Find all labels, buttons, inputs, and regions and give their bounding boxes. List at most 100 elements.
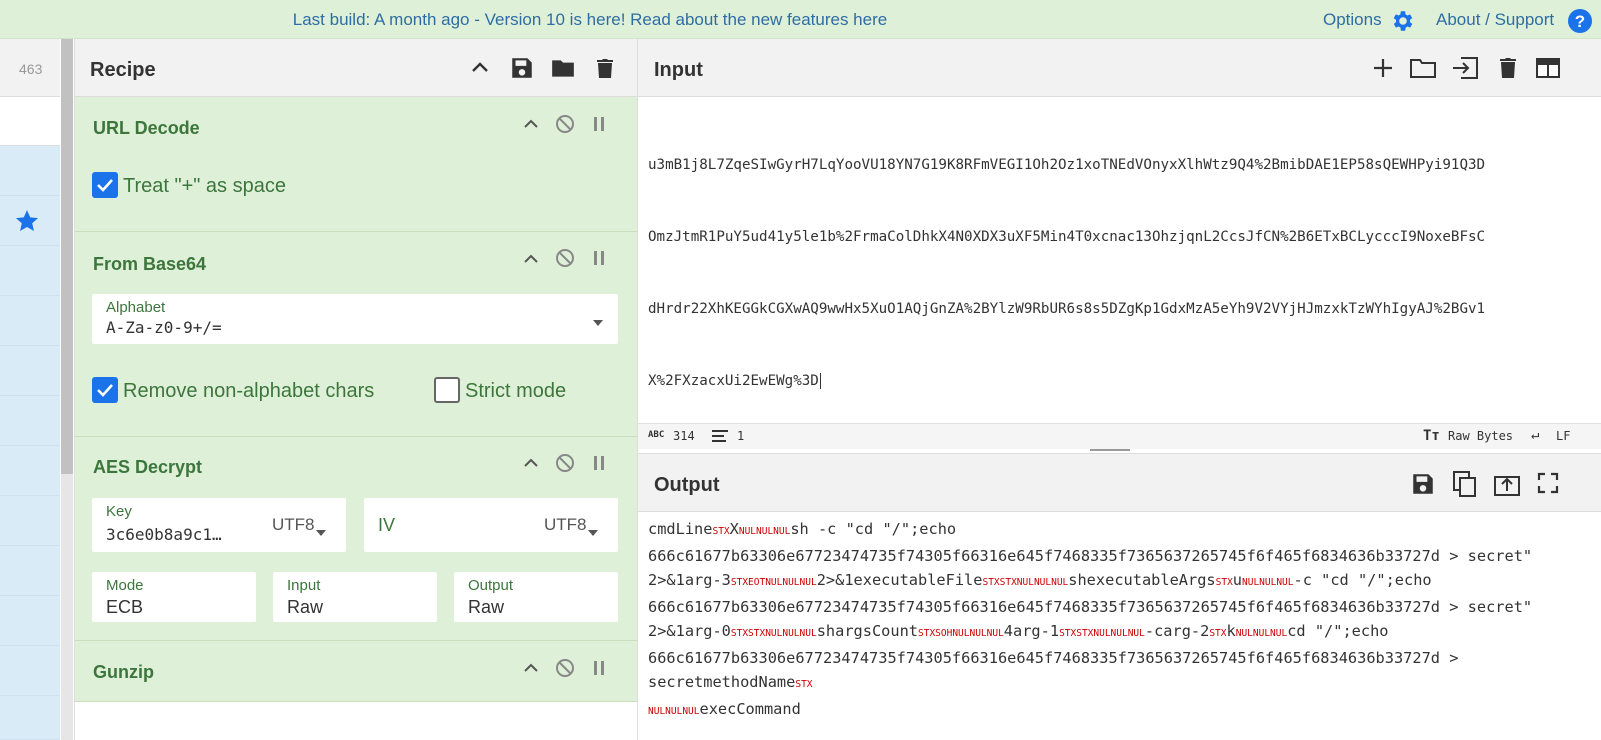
output-text: 2>&1arg-0 — [648, 622, 731, 640]
output-text: 2>&1arg-3 — [648, 571, 731, 589]
chevron-up-icon[interactable] — [522, 115, 540, 138]
input-format-select[interactable]: Input Raw — [273, 572, 437, 622]
input-header: Input — [638, 39, 1601, 97]
output-line: 666c61677b63306e67723474735f74305f66316e… — [648, 646, 1601, 670]
iv-label: IV — [378, 515, 396, 535]
trash-icon[interactable] — [1497, 56, 1519, 85]
control-char-marker: STXEOTNULNULNUL — [730, 577, 817, 588]
control-char-marker: NULNULNUL — [1235, 628, 1288, 639]
key-input[interactable]: Key 3c6e0b8a9c1… UTF8 — [92, 498, 346, 552]
operation-category[interactable] — [0, 446, 60, 496]
import-icon[interactable] — [1451, 56, 1479, 85]
input-format-label: Input — [287, 577, 321, 594]
remove-non-alphabet-checkbox[interactable] — [92, 377, 118, 403]
copy-icon[interactable] — [1452, 470, 1478, 503]
operation-category[interactable] — [0, 296, 60, 346]
key-value: 3c6e0b8a9c1… — [106, 525, 222, 544]
operation-title: From Base64 — [93, 254, 207, 274]
chevron-up-icon[interactable] — [522, 454, 540, 477]
plus-icon[interactable] — [1371, 56, 1395, 85]
disable-icon[interactable] — [555, 248, 575, 273]
input-eol[interactable]: LF — [1556, 429, 1570, 443]
folder-icon[interactable] — [1409, 56, 1437, 85]
input-encoding[interactable]: Raw Bytes — [1448, 429, 1513, 443]
options-link[interactable]: Options — [1323, 10, 1382, 30]
input-line: OmzJtmR1PuY5ud41y5le1b%2FrmaColDhkX4N0XD… — [648, 229, 1486, 245]
treat-plus-as-space-checkbox[interactable] — [92, 172, 118, 198]
output-textarea[interactable]: cmdLineSTXXNULNULNULsh -c "cd "/";echo 66… — [648, 517, 1601, 740]
output-text: -carg-2 — [1144, 622, 1210, 640]
strict-mode-label: Strict mode — [465, 380, 567, 402]
star-icon — [14, 208, 40, 239]
caret-down-icon — [592, 314, 604, 332]
operation-category[interactable] — [0, 546, 60, 596]
iv-input[interactable]: IV UTF8 — [364, 498, 618, 552]
layout-icon[interactable] — [1535, 57, 1561, 84]
output-text: 666c61677b63306e67723474735f74305f66316e… — [648, 598, 1533, 616]
svg-text:?: ? — [1575, 12, 1585, 31]
input-title: Input — [654, 59, 703, 81]
recipe-header: Recipe — [75, 39, 638, 97]
gear-icon[interactable] — [1390, 8, 1416, 39]
maximize-icon[interactable] — [1537, 472, 1559, 499]
output-line: cmdLineSTXXNULNULNULsh -c "cd "/";echo — [648, 517, 1601, 544]
pause-icon[interactable] — [591, 454, 607, 477]
output-line: secretmethodNameSTX — [648, 670, 1601, 697]
control-char-marker: STX — [712, 526, 730, 537]
mode-select[interactable]: Mode ECB — [92, 572, 256, 622]
operation-category[interactable] — [0, 646, 60, 696]
replace-input-icon[interactable] — [1493, 471, 1521, 502]
char-count-icon: ABC — [648, 430, 665, 440]
operation-category[interactable] — [0, 246, 60, 296]
output-title: Output — [654, 474, 720, 496]
operation-category[interactable] — [0, 146, 60, 196]
line-count: 1 — [737, 429, 745, 443]
operations-search-input[interactable] — [0, 98, 60, 146]
disable-icon[interactable] — [555, 114, 575, 139]
pause-icon[interactable] — [591, 249, 607, 272]
control-char-marker: NULNULNUL — [1242, 577, 1294, 588]
banner-message-link[interactable]: Last build: A month ago - Version 10 is … — [0, 10, 1180, 30]
help-icon[interactable]: ? — [1567, 8, 1593, 39]
alphabet-value: A-Za-z0-9+/= — [106, 318, 222, 337]
output-line: 2>&1arg-0STXSTXNULNULNULshargsCountSTXSO… — [648, 619, 1601, 646]
operation-category[interactable] — [0, 696, 60, 740]
favourites-category[interactable] — [0, 196, 60, 246]
control-char-marker: NULNULNUL — [738, 526, 791, 537]
folder-icon[interactable] — [549, 55, 577, 86]
alphabet-select[interactable]: Alphabet A-Za-z0-9+/= — [92, 294, 618, 344]
strict-mode-checkbox[interactable] — [434, 377, 460, 403]
gunzip-operation: Gunzip — [75, 641, 638, 702]
disable-icon[interactable] — [555, 453, 575, 478]
input-textarea[interactable]: u3mB1j8L7ZqeSIwGyrH7LqYooVU18YN7G19K8RFm… — [648, 105, 1601, 425]
operations-sidebar: 463 — [0, 39, 60, 740]
key-encoding-dropdown[interactable]: UTF8 — [272, 515, 315, 535]
save-icon[interactable] — [509, 55, 535, 86]
operation-category[interactable] — [0, 346, 60, 396]
save-icon[interactable] — [1410, 471, 1436, 502]
text-cursor: ​ — [819, 373, 821, 389]
pause-icon[interactable] — [591, 115, 607, 138]
resize-handle[interactable] — [1090, 449, 1130, 451]
disable-icon[interactable] — [555, 658, 575, 683]
input-line: X%2FXzacxUi2EwEWg%3D​ — [648, 369, 1601, 393]
iv-encoding-dropdown[interactable]: UTF8 — [544, 515, 587, 535]
operation-category[interactable] — [0, 596, 60, 646]
mode-label: Mode — [106, 577, 144, 594]
encoding-icon: Tт — [1423, 428, 1440, 444]
pause-icon[interactable] — [591, 659, 607, 682]
input-line-text: X%2FXzacxUi2EwEWg%3D — [648, 373, 819, 389]
operations-scrollbar-thumb[interactable] — [61, 39, 73, 474]
about-support-link[interactable]: About / Support — [1436, 10, 1554, 30]
output-text: 666c61677b63306e67723474735f74305f66316e… — [648, 649, 1459, 667]
chevron-up-icon[interactable] — [522, 250, 540, 273]
control-char-marker: STXSTXNULNULNUL — [730, 628, 817, 639]
chevron-up-icon[interactable] — [522, 659, 540, 682]
operation-category[interactable] — [0, 496, 60, 546]
output-format-select[interactable]: Output Raw — [454, 572, 618, 622]
output-text: X — [729, 520, 739, 538]
trash-icon[interactable] — [593, 55, 617, 86]
output-text: secretmethodName — [648, 673, 796, 691]
operation-category[interactable] — [0, 396, 60, 446]
chevron-up-icon[interactable] — [469, 57, 491, 84]
